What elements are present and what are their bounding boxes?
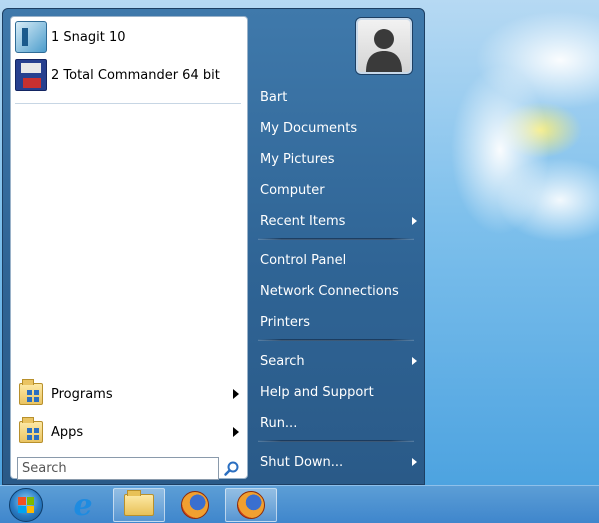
taskbar-firefox[interactable] [169, 488, 221, 522]
right-item-computer[interactable]: Computer [253, 178, 421, 202]
total-commander-icon [15, 59, 47, 91]
right-item-label: Run... [260, 415, 298, 431]
pinned-item-label: 1 Snagit 10 [51, 29, 126, 45]
right-item-label: My Documents [260, 120, 358, 136]
pinned-separator [15, 103, 241, 104]
right-item-run[interactable]: Run... [253, 411, 421, 435]
pinned-item-total-commander[interactable]: 2 Total Commander 64 bit [15, 59, 243, 91]
search-input[interactable] [17, 457, 219, 480]
pinned-item-label: 2 Total Commander 64 bit [51, 67, 220, 83]
taskbar: e [0, 485, 599, 523]
right-item-help-and-support[interactable]: Help and Support [253, 380, 421, 404]
programs-label: Programs [51, 386, 113, 402]
user-avatar[interactable] [356, 18, 412, 74]
right-item-my-documents[interactable]: My Documents [253, 116, 421, 140]
right-item-label: Bart [260, 89, 288, 105]
right-item-label: Search [260, 353, 305, 369]
right-item-printers[interactable]: Printers [253, 310, 421, 334]
chevron-right-icon [233, 389, 239, 399]
right-item-control-panel[interactable]: Control Panel [253, 248, 421, 272]
apps-label: Apps [51, 424, 84, 440]
shut-down-button[interactable]: Shut Down... [253, 450, 421, 474]
user-silhouette-icon [366, 29, 402, 72]
taskbar-internet-explorer[interactable]: e [57, 487, 109, 523]
chevron-right-icon [412, 458, 417, 466]
start-menu: 1 Snagit 10 2 Total Commander 64 bit Pro… [2, 8, 425, 485]
snagit-icon [15, 21, 47, 53]
shut-down-label: Shut Down... [260, 454, 344, 470]
right-item-label: Recent Items [260, 213, 346, 229]
start-menu-left-pane: 1 Snagit 10 2 Total Commander 64 bit Pro… [10, 16, 248, 480]
firefox-icon [237, 491, 265, 519]
file-explorer-icon [124, 490, 154, 516]
firefox-icon [181, 491, 209, 519]
chevron-right-icon [412, 217, 417, 225]
programs-menu-item[interactable]: Programs [15, 378, 243, 410]
taskbar-firefox-active[interactable] [225, 488, 277, 522]
apps-folder-icon [19, 417, 43, 443]
internet-explorer-icon: e [73, 487, 93, 523]
menu-separator [258, 339, 414, 341]
right-item-network-connections[interactable]: Network Connections [253, 279, 421, 303]
right-item-my-pictures[interactable]: My Pictures [253, 147, 421, 171]
right-item-search[interactable]: Search [253, 349, 421, 373]
apps-menu-item[interactable]: Apps [15, 416, 243, 448]
start-button[interactable] [0, 488, 52, 522]
programs-folder-icon [19, 379, 43, 405]
right-item-user[interactable]: Bart [253, 85, 421, 109]
right-item-recent-items[interactable]: Recent Items [253, 209, 421, 233]
taskbar-file-explorer[interactable] [113, 488, 165, 522]
menu-separator [258, 440, 414, 442]
chevron-right-icon [412, 357, 417, 365]
pinned-item-snagit[interactable]: 1 Snagit 10 [15, 21, 243, 53]
right-item-label: Network Connections [260, 283, 399, 299]
chevron-right-icon [233, 427, 239, 437]
search-icon[interactable] [223, 460, 241, 478]
right-item-label: My Pictures [260, 151, 335, 167]
right-item-label: Computer [260, 182, 325, 198]
right-item-label: Control Panel [260, 252, 347, 268]
right-item-label: Help and Support [260, 384, 374, 400]
windows-logo-icon [9, 488, 43, 522]
right-item-label: Printers [260, 314, 311, 330]
menu-separator [258, 238, 414, 240]
